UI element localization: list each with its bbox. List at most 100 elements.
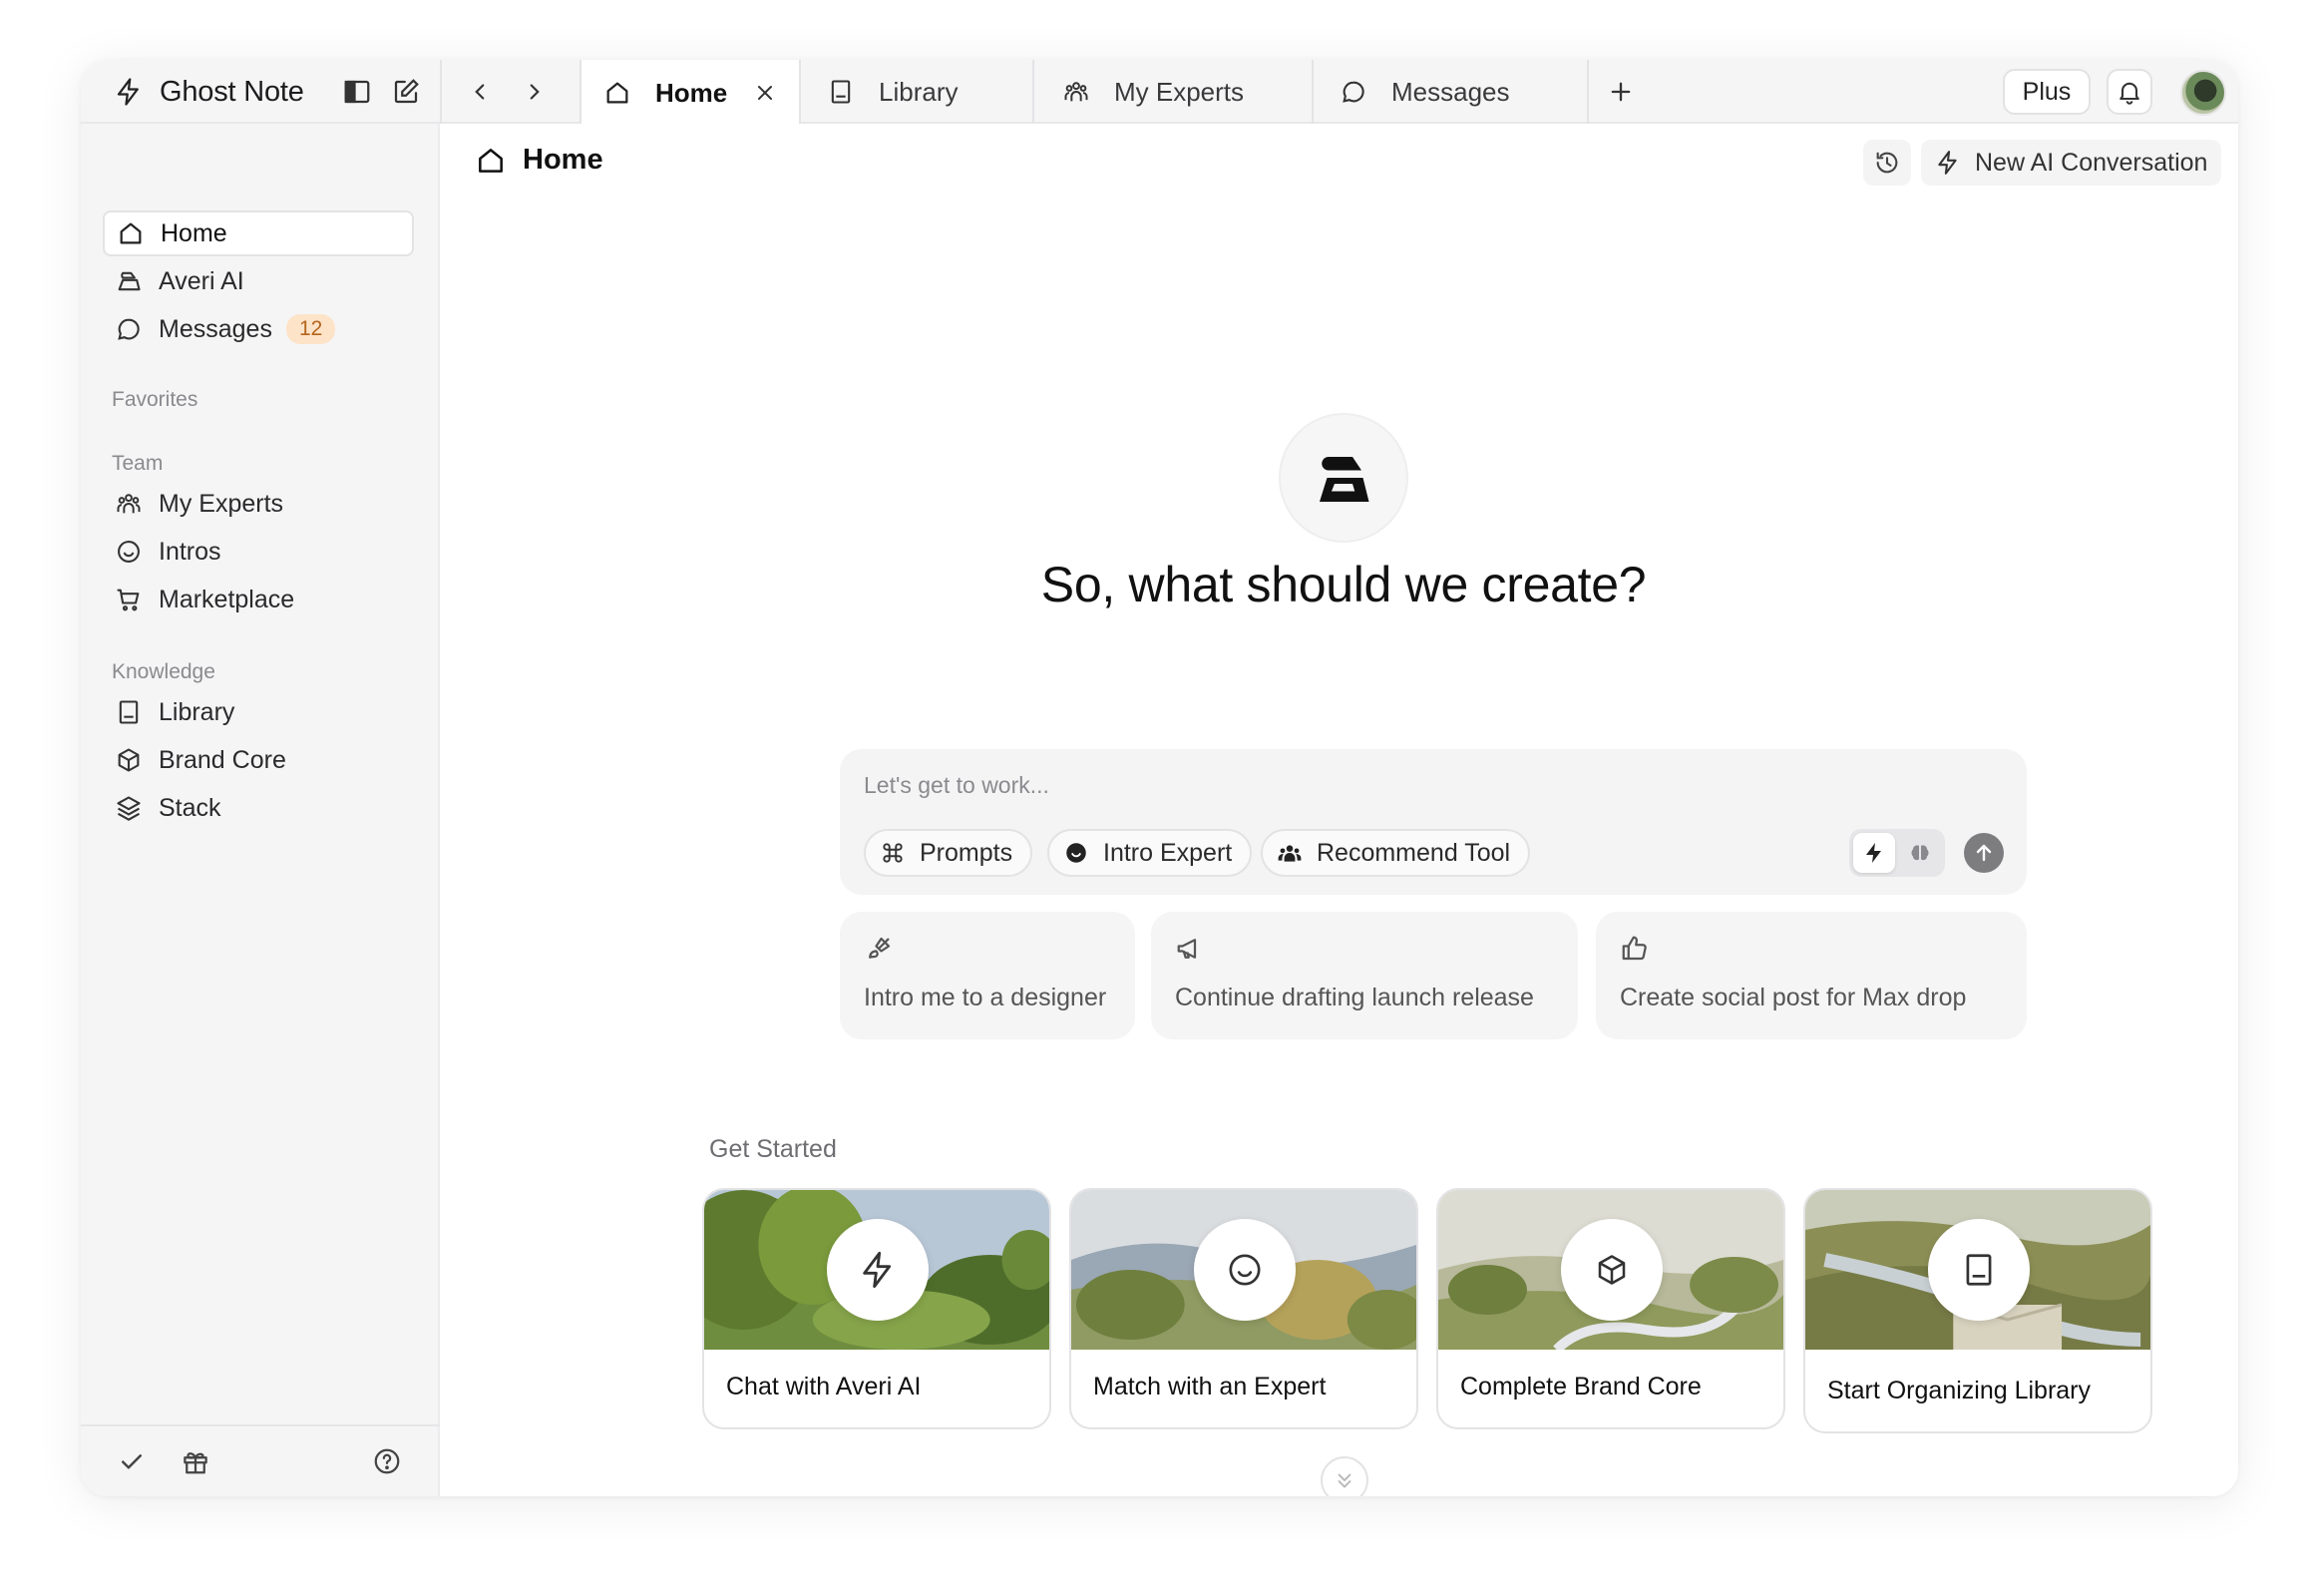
tab-label: Library [879,76,959,107]
suggestion-card[interactable]: Intro me to a designer [840,912,1135,1039]
averi-icon [118,271,141,291]
bolt-icon [1938,151,1957,175]
card-icon-badge [1928,1219,2030,1321]
get-started-card[interactable]: Complete Brand Core [1436,1188,1785,1429]
forward-arrow-icon[interactable] [522,79,548,105]
tab-label: My Experts [1114,76,1245,107]
smile-filled-icon [1066,843,1086,863]
new-ai-conversation-label: New AI Conversation [1975,148,2208,177]
gift-icon[interactable] [181,1446,210,1476]
bolt-icon [1866,843,1881,863]
get-started-card[interactable]: Match with an Expert [1069,1188,1418,1429]
app-window: Ghost Note Home Library My Experts Messa… [81,60,2238,1496]
close-icon[interactable] [753,81,777,105]
command-icon [883,843,903,863]
suggestion-label: Intro me to a designer [864,984,1107,1011]
title-bar: Ghost Note Home Library My Experts Messa… [81,60,2238,126]
sidebar-item-label: My Experts [159,489,284,518]
get-started-heading: Get Started [709,1135,837,1163]
sidebar-item-home[interactable]: Home [103,210,414,256]
app-name: Ghost Note [160,75,304,108]
section-label-favorites: Favorites [112,388,198,411]
compose-icon[interactable] [391,77,421,107]
tab-home[interactable]: Home [581,60,801,126]
main-content: Home New AI Conversation So, what should… [442,124,2238,1496]
intro-expert-chip[interactable]: Intro Expert [1047,829,1253,877]
notifications-button[interactable] [2107,69,2152,115]
sidebar-item-label: Home [161,218,227,247]
sidebar-item-marketplace[interactable]: Marketplace [103,577,414,622]
library-icon [1966,1254,1992,1286]
deep-mode-option[interactable] [1899,833,1941,873]
layers-icon [117,796,141,821]
fast-mode-option[interactable] [1853,833,1895,873]
sidebar-item-messages[interactable]: Messages 12 [103,306,414,352]
prompts-chip[interactable]: Prompts [864,829,1033,877]
brain-icon [1911,845,1929,861]
suggestion-card[interactable]: Create social post for Max drop [1596,912,2027,1039]
bolt-icon [117,78,139,106]
back-arrow-icon[interactable] [467,79,493,105]
sidebar-item-averi-ai[interactable]: Averi AI [103,258,414,304]
send-button[interactable] [1964,833,2004,873]
recommend-tool-chip[interactable]: Recommend Tool [1261,829,1531,877]
tab-messages[interactable]: Messages [1314,60,1589,124]
avatar[interactable] [2180,70,2226,116]
bolt-icon [863,1251,892,1289]
mode-toggle[interactable] [1849,829,1945,877]
arrow-up-icon [1976,844,1992,862]
sidebar-item-my-experts[interactable]: My Experts [103,481,414,527]
tab-library[interactable]: Library [801,60,1034,124]
sidebar-toggle-icon[interactable] [342,77,372,107]
sidebar-item-label: Intros [159,537,221,566]
sidebar-item-label: Averi AI [159,266,244,295]
cart-icon [117,589,140,611]
thumbs-up-icon [1622,936,1647,961]
get-started-card[interactable]: Start Organizing Library [1803,1188,2152,1433]
chip-label: Prompts [920,838,1013,867]
library-icon [831,80,851,104]
checkmark-icon[interactable] [117,1446,147,1476]
tab-label: Messages [1391,76,1510,107]
suggestion-card[interactable]: Continue drafting launch release [1151,912,1578,1039]
tab-my-experts[interactable]: My Experts [1034,60,1314,124]
smile-icon [118,541,140,563]
cube-icon [1598,1255,1626,1285]
new-tab-plus-icon[interactable] [1607,78,1635,106]
cube-icon [118,748,140,772]
history-button[interactable] [1863,140,1911,186]
chip-label: Recommend Tool [1317,838,1511,867]
plus-plan-button[interactable]: Plus [2003,69,2091,115]
page-title: Home [475,144,603,177]
help-icon[interactable] [372,1446,402,1476]
sidebar-footer [81,1424,440,1496]
sidebar-item-library[interactable]: Library [103,689,414,735]
sidebar-item-brand-core[interactable]: Brand Core [103,737,414,783]
people-icon [117,494,141,514]
sidebar-item-label: Marketplace [159,585,295,613]
sidebar-item-label: Messages [159,314,272,343]
chat-bubble-icon [1343,81,1364,103]
tab-label: Home [655,77,728,108]
sidebar: Home Averi AI Messages 12 Favorites Team… [81,124,440,1496]
megaphone-icon [1177,939,1197,959]
home-icon [120,222,142,244]
suggestion-label: Continue drafting launch release [1175,984,1534,1011]
home-icon [606,82,628,104]
sidebar-item-stack[interactable]: Stack [103,785,414,831]
scroll-down-button[interactable] [1321,1456,1368,1496]
sidebar-item-intros[interactable]: Intros [103,529,414,575]
bell-icon [2120,82,2139,105]
get-started-card[interactable]: Chat with Averi AI [702,1188,1051,1429]
chip-label: Intro Expert [1103,838,1233,867]
people-icon [1064,82,1088,102]
sidebar-item-label: Stack [159,793,221,822]
smile-icon [1229,1254,1261,1286]
card-icon-badge [827,1219,929,1321]
new-ai-conversation-button[interactable]: New AI Conversation [1921,140,2222,186]
section-label-team: Team [112,452,164,475]
home-icon [479,148,503,173]
brush-icon [869,937,891,959]
prompt-input[interactable] [864,763,1761,807]
averi-logo-icon [1320,457,1369,502]
